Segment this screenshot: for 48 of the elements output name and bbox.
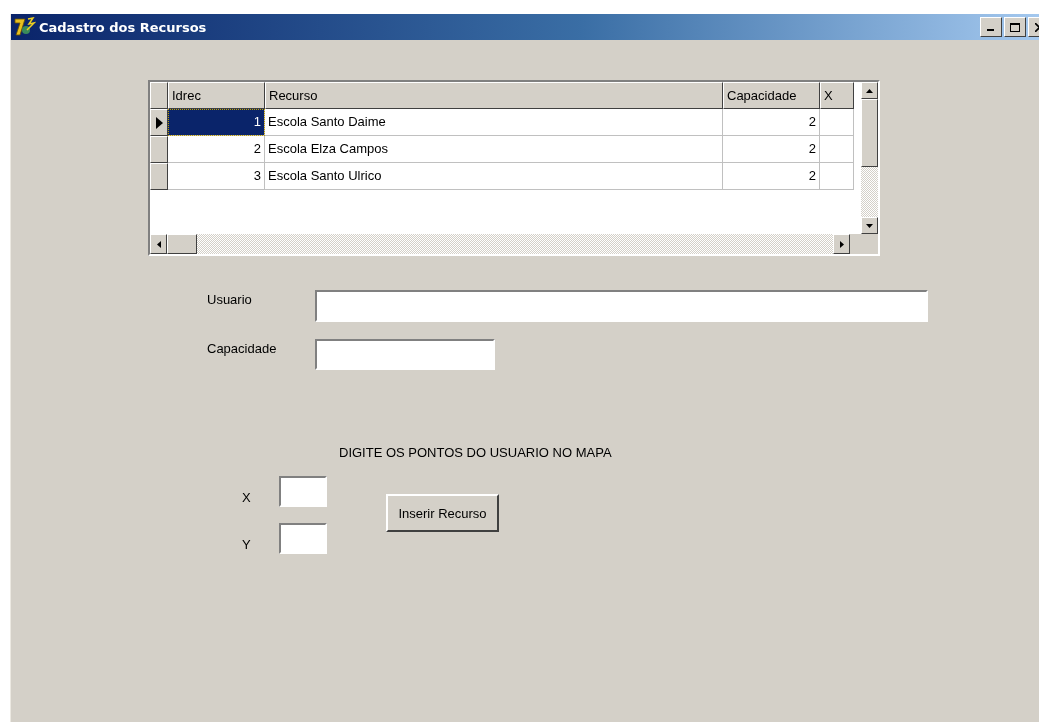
row-indicator[interactable] — [150, 109, 168, 136]
field-label: Capacidade — [207, 340, 278, 356]
instruction-text: DIGITE OS PONTOS DO USUARIO NO MAPA — [339, 445, 613, 460]
row-indicator[interactable] — [150, 136, 168, 163]
column-header[interactable]: Capacidade — [723, 82, 820, 109]
vertical-scrollbar[interactable] — [861, 82, 878, 234]
table-cell: Escola Elza Campos — [265, 136, 723, 163]
table-cell: 2 — [723, 163, 820, 190]
scroll-left-button[interactable] — [150, 234, 167, 254]
column-header[interactable]: Idrec — [168, 82, 265, 109]
input-field[interactable] — [315, 290, 928, 322]
table-cell: 1 — [168, 109, 265, 136]
field-label: Y — [242, 536, 252, 552]
scroll-down-button[interactable] — [861, 217, 878, 234]
maximize-button[interactable] — [1004, 17, 1026, 37]
horizontal-scrollbar[interactable] — [150, 234, 878, 254]
field-label: Usuario — [207, 291, 253, 307]
input-field[interactable] — [279, 476, 327, 507]
right-arrow-icon — [839, 240, 844, 248]
scroll-thumb[interactable] — [861, 99, 878, 167]
scroll-thumb[interactable] — [167, 234, 197, 254]
table-cell: 2 — [723, 136, 820, 163]
down-arrow-icon — [866, 223, 873, 228]
row-indicator[interactable] — [150, 163, 168, 190]
scrollbar-corner — [850, 234, 878, 254]
current-row-icon — [155, 116, 163, 129]
table-cell: 2 — [168, 136, 265, 163]
insert-button[interactable]: Inserir Recurso — [386, 494, 499, 532]
field-label: X — [242, 489, 252, 505]
table-cell — [820, 109, 854, 136]
window-title: Cadastro dos Recursos — [39, 19, 207, 35]
input-field[interactable] — [315, 339, 495, 370]
table-cell — [820, 163, 854, 190]
app-icon — [14, 17, 36, 37]
maximize-icon — [1010, 22, 1020, 32]
scroll-right-button[interactable] — [833, 234, 850, 254]
table-cell: 3 — [168, 163, 265, 190]
up-arrow-icon — [866, 88, 873, 93]
scroll-up-button[interactable] — [861, 82, 878, 99]
table-cell: Escola Santo Daime — [265, 109, 723, 136]
left-arrow-icon — [156, 240, 161, 248]
column-header[interactable]: Recurso — [265, 82, 723, 109]
minimize-button[interactable] — [980, 17, 1002, 37]
column-header[interactable]: X — [820, 82, 854, 109]
table-cell: 2 — [723, 109, 820, 136]
table-cell — [820, 136, 854, 163]
input-field[interactable] — [279, 523, 327, 554]
table-cell: Escola Santo Ulrico — [265, 163, 723, 190]
